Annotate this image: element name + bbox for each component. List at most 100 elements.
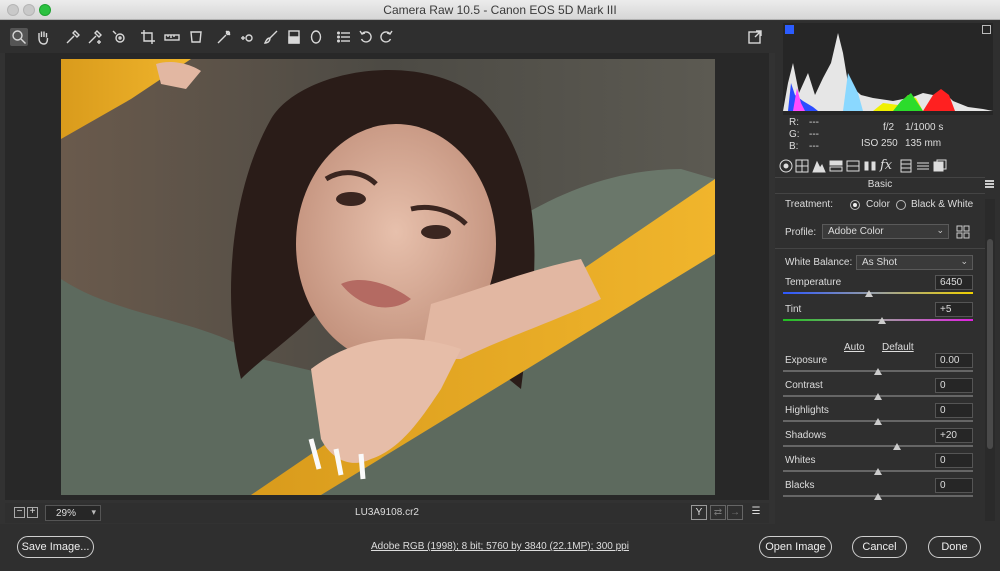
iso-value: ISO 250 — [861, 138, 898, 149]
slider-thumb[interactable] — [864, 290, 873, 297]
treatment-color-radio[interactable] — [850, 200, 860, 210]
slider-label: Blacks — [785, 480, 815, 491]
slider-thumb[interactable] — [874, 368, 882, 375]
rotate-cw-icon[interactable] — [377, 28, 395, 46]
slider-label: Temperature — [785, 277, 842, 288]
profile-browser-icon[interactable] — [956, 225, 970, 239]
slider-label: Contrast — [785, 380, 823, 391]
treatment-bw-radio[interactable] — [896, 200, 906, 210]
adjustment-panel: R: --- G: --- B: --- f/2 1/1000 s ISO 25… — [775, 21, 1000, 524]
done-button[interactable]: Done — [928, 536, 981, 558]
chevron-down-icon: ⌄ — [936, 225, 944, 235]
hand-icon[interactable] — [34, 28, 52, 46]
white-balance-value: As Shot — [862, 257, 898, 268]
basic-tab-icon[interactable] — [779, 159, 793, 173]
white-balance-select[interactable]: As Shot ⌄ — [856, 255, 973, 270]
slider-label: Exposure — [785, 355, 828, 366]
adjustment-brush-icon[interactable] — [262, 28, 280, 46]
slider-thumb[interactable] — [874, 493, 882, 500]
slider-value-input[interactable]: +5 — [935, 302, 973, 317]
crop-icon[interactable] — [139, 28, 157, 46]
lens-corrections-tab-icon[interactable] — [863, 159, 877, 173]
treatment-bw-label: Black & White — [911, 199, 974, 210]
target-adjust-icon[interactable] — [110, 28, 128, 46]
highlight-clipping-toggle[interactable] — [982, 25, 991, 34]
swap-settings-icon[interactable]: ⇄ — [710, 505, 726, 520]
profile-select[interactable]: Adobe Color ⌄ — [822, 224, 949, 239]
scrollbar-thumb[interactable] — [987, 239, 993, 449]
presets-tab-icon[interactable] — [916, 159, 930, 173]
spot-removal-icon[interactable] — [215, 28, 233, 46]
slider-value-input[interactable]: 0 — [935, 378, 973, 393]
straighten-icon[interactable] — [163, 28, 181, 46]
transform-icon[interactable] — [187, 28, 205, 46]
slider-value-input[interactable]: 0.00 — [935, 353, 973, 368]
b-value: --- — [809, 141, 819, 152]
shadow-clipping-toggle[interactable] — [785, 25, 794, 34]
divider — [775, 248, 985, 249]
shutter-value: 1/1000 s — [905, 122, 944, 133]
presets-list-icon[interactable] — [335, 28, 353, 46]
red-eye-icon[interactable] — [238, 28, 256, 46]
slider-label: Tint — [785, 304, 802, 315]
open-image-button[interactable]: Open Image — [759, 536, 832, 558]
slider-thumb[interactable] — [874, 468, 882, 475]
graduated-filter-icon[interactable] — [285, 28, 303, 46]
copy-settings-icon[interactable]: → — [727, 505, 743, 520]
panel-scrollbar[interactable] — [985, 199, 995, 521]
profile-label: Profile: — [785, 227, 817, 238]
divider — [775, 177, 985, 178]
zoom-icon[interactable] — [10, 28, 28, 46]
g-value: --- — [809, 129, 819, 140]
slider-value-input[interactable]: +20 — [935, 428, 973, 443]
auto-link[interactable]: Auto — [844, 342, 865, 353]
tone-curve-tab-icon[interactable] — [795, 159, 809, 173]
settings-toggle-icon[interactable]: ☰ — [748, 505, 764, 520]
b-label: B: — [789, 141, 799, 152]
color-sampler-icon[interactable] — [86, 28, 104, 46]
treatment-color-label: Color — [866, 199, 890, 210]
g-label: G: — [789, 129, 800, 140]
filename-label: LU3A9108.cr2 — [355, 507, 419, 518]
panel-menu-icon[interactable] — [985, 180, 994, 188]
radial-filter-icon[interactable] — [307, 28, 325, 46]
chevron-down-icon: ⌄ — [960, 256, 968, 266]
default-link[interactable]: Default — [882, 342, 914, 353]
image-canvas[interactable] — [5, 53, 769, 500]
rotate-ccw-icon[interactable] — [357, 28, 375, 46]
slider-value-input[interactable]: 6450 — [935, 275, 973, 290]
r-label: R: — [789, 117, 799, 128]
slider-label: Shadows — [785, 430, 827, 441]
snapshots-tab-icon[interactable] — [933, 159, 947, 173]
slider-value-input[interactable]: 0 — [935, 403, 973, 418]
slider-track[interactable] — [783, 292, 973, 294]
photo-preview[interactable] — [61, 59, 715, 495]
before-after-icon[interactable]: Y — [691, 505, 707, 520]
split-toning-tab-icon[interactable] — [846, 159, 860, 173]
title-bar: Camera Raw 10.5 - Canon EOS 5D Mark III — [0, 0, 1000, 20]
calibration-tab-icon[interactable] — [899, 159, 913, 173]
toggle-fullscreen-icon[interactable] — [746, 28, 764, 46]
treatment-label: Treatment: — [785, 199, 833, 210]
canvas-status-bar: − + 29% ▾ LU3A9108.cr2 Y ⇄ → ☰ — [5, 503, 769, 523]
dialog-footer: Save Image... Adobe RGB (1998); 8 bit; 5… — [0, 524, 1000, 571]
slider-thumb[interactable] — [874, 418, 882, 425]
slider-track[interactable] — [783, 445, 973, 447]
white-balance-icon[interactable] — [64, 28, 82, 46]
slider-value-input[interactable]: 0 — [935, 478, 973, 493]
white-balance-label: White Balance: — [785, 257, 853, 268]
slider-thumb[interactable] — [874, 393, 882, 400]
slider-thumb[interactable] — [893, 443, 901, 450]
histogram-graph — [783, 33, 993, 111]
slider-thumb[interactable] — [877, 317, 886, 324]
workflow-options-link[interactable]: Adobe RGB (1998); 8 bit; 5760 by 3840 (2… — [0, 541, 1000, 552]
focal-length-value: 135 mm — [905, 138, 942, 149]
effects-tab-icon[interactable]: fx — [880, 159, 894, 173]
cancel-button[interactable]: Cancel — [852, 536, 907, 558]
window-title: Camera Raw 10.5 - Canon EOS 5D Mark III — [383, 3, 617, 17]
detail-tab-icon[interactable] — [812, 159, 826, 173]
readout-panel: R: --- G: --- B: --- f/2 1/1000 s ISO 25… — [783, 117, 993, 153]
panel-title: Basic — [867, 179, 893, 190]
hsl-tab-icon[interactable] — [829, 159, 843, 173]
slider-value-input[interactable]: 0 — [935, 453, 973, 468]
